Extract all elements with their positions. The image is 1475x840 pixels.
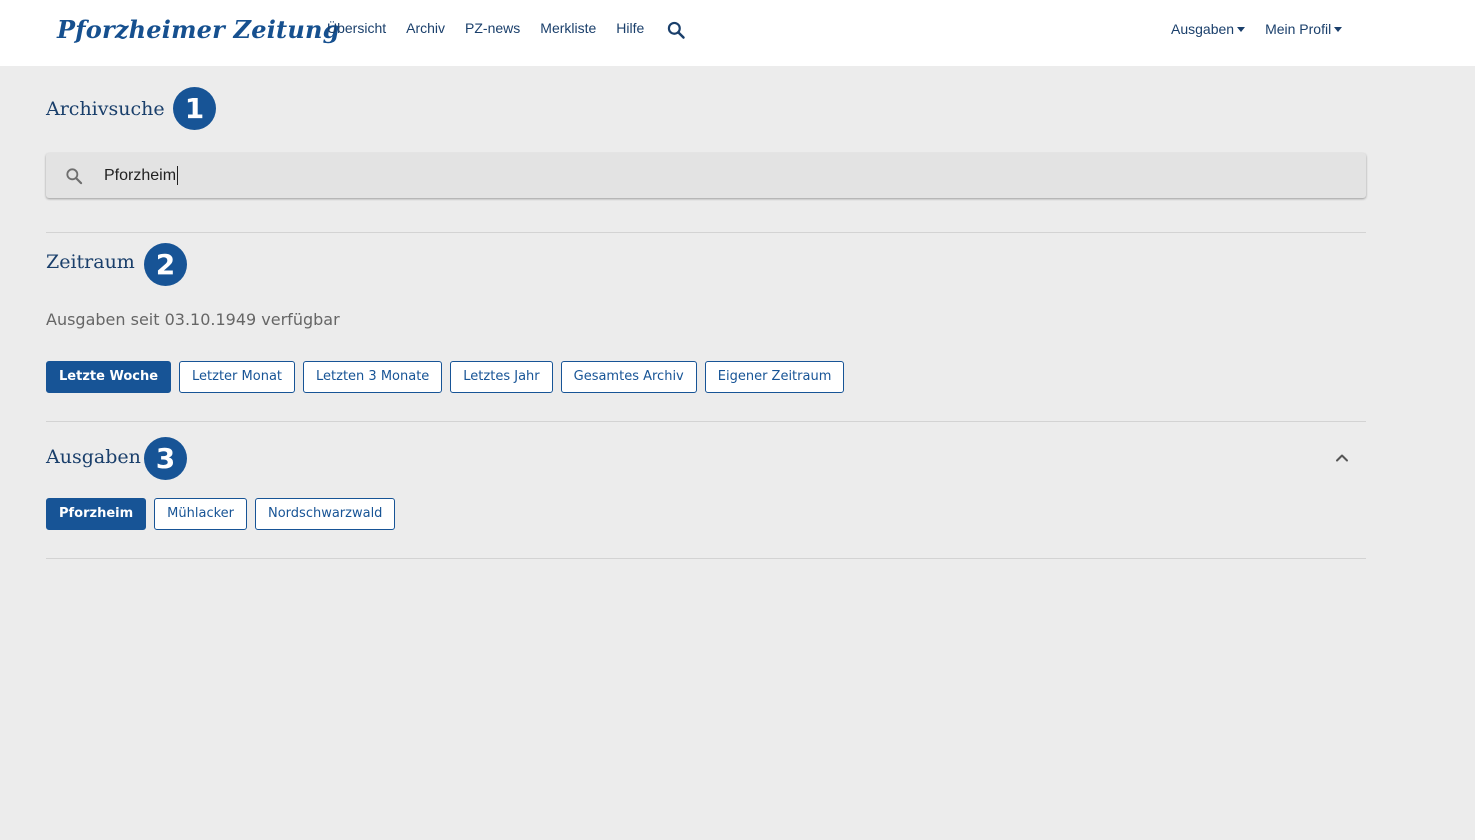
divider — [46, 421, 1366, 422]
step-badge-2: 2 — [144, 243, 187, 286]
profile-dropdown-label: Mein Profil — [1265, 21, 1332, 37]
divider — [46, 558, 1366, 559]
archive-search-title: Archivsuche — [46, 98, 165, 120]
edition-nordschwarzwald-button[interactable]: Nordschwarzwald — [255, 498, 396, 530]
top-navbar: Pforzheimer Zeitung Übersicht Archiv PZ-… — [0, 0, 1475, 66]
text-cursor — [177, 166, 178, 185]
edition-pforzheim-button[interactable]: Pforzheim — [46, 498, 147, 530]
site-logo[interactable]: Pforzheimer Zeitung — [57, 15, 340, 44]
ausgaben-dropdown-label: Ausgaben — [1171, 21, 1235, 37]
step-badge-3: 3 — [144, 437, 187, 480]
edition-muehlacker-button[interactable]: Mühlacker — [154, 498, 247, 530]
nav-merkliste[interactable]: Merkliste — [540, 20, 596, 40]
period-custom-button[interactable]: Eigener Zeitraum — [704, 361, 845, 393]
caret-down-icon — [1334, 27, 1343, 32]
nav-archiv[interactable]: Archiv — [406, 20, 445, 40]
chevron-up-icon[interactable] — [1334, 450, 1350, 466]
search-icon — [66, 168, 83, 185]
nav-hilfe[interactable]: Hilfe — [616, 20, 644, 40]
period-title: Zeitraum — [46, 251, 135, 273]
step-badge-1: 1 — [173, 87, 216, 130]
search-icon[interactable] — [666, 20, 686, 40]
user-nav: Ausgaben Mein Profil — [1171, 21, 1343, 37]
period-last-3-months-button[interactable]: Letzten 3 Monate — [303, 361, 443, 393]
availability-text: Ausgaben seit 03.10.1949 verfügbar — [46, 310, 340, 329]
nav-uebersicht[interactable]: Übersicht — [327, 20, 386, 40]
period-last-year-button[interactable]: Letztes Jahr — [450, 361, 553, 393]
period-button-group: Letzte Woche Letzter Monat Letzten 3 Mon… — [46, 361, 852, 393]
main-nav: Übersicht Archiv PZ-news Merkliste Hilfe — [327, 20, 664, 40]
nav-pz-news[interactable]: PZ-news — [465, 20, 520, 40]
period-last-month-button[interactable]: Letzter Monat — [179, 361, 296, 393]
search-field-container — [46, 153, 1366, 198]
ausgaben-dropdown[interactable]: Ausgaben — [1171, 21, 1246, 37]
editions-title: Ausgaben — [46, 446, 141, 468]
caret-down-icon — [1237, 27, 1246, 32]
divider — [46, 232, 1366, 233]
profile-dropdown[interactable]: Mein Profil — [1265, 21, 1343, 37]
period-full-archive-button[interactable]: Gesamtes Archiv — [560, 361, 697, 393]
search-input[interactable] — [104, 161, 1344, 191]
period-last-week-button[interactable]: Letzte Woche — [46, 361, 172, 393]
editions-button-group: Pforzheim Mühlacker Nordschwarzwald — [46, 498, 403, 530]
